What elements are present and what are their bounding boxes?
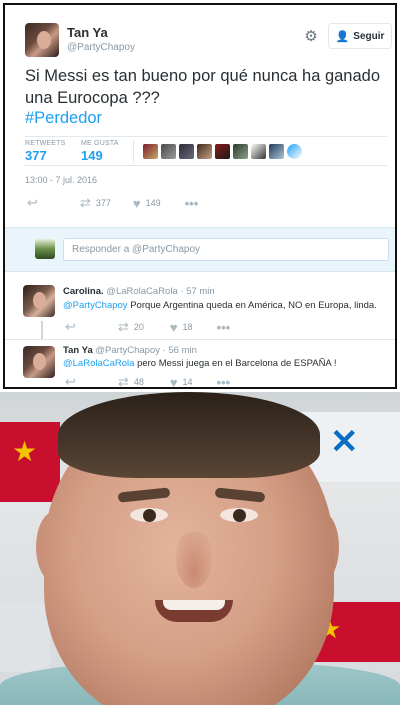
avatar[interactable] (23, 346, 55, 378)
gear-icon[interactable]: ⚙ (303, 29, 319, 45)
reply-author[interactable]: Tan Ya @PartyChapoy · 56 min (63, 345, 197, 356)
retweets-stat[interactable]: RETWEETS 377 (25, 140, 66, 163)
avatar (35, 239, 55, 259)
reply-placeholder-prefix: Responder a (72, 244, 133, 255)
reply-author-meta: @PartyChapoy · 56 min (95, 345, 197, 356)
liker-avatar[interactable] (233, 144, 248, 159)
sponsor-logo-icon: ✕ (330, 423, 359, 461)
follow-button[interactable]: 👤 Seguir (328, 23, 392, 49)
tweet-author-handle[interactable]: @PartyChapoy (67, 42, 135, 53)
reply-author-name: Carolina. (63, 286, 104, 297)
reply-body: Porque Argentina queda en América, NO en… (127, 300, 377, 311)
heart-icon[interactable]: ♥ (133, 196, 141, 211)
left-eye (130, 508, 168, 522)
tweet-actions: ↩ ⇄ 377 ♥ 149 ••• (27, 195, 198, 211)
retweet-icon[interactable]: ⇄ (118, 374, 129, 387)
right-eye (220, 508, 258, 522)
reply-author[interactable]: Carolina. @LaRolaCaRola · 57 min (63, 286, 215, 297)
retweet-action-count: 377 (95, 198, 111, 208)
liker-avatar[interactable] (251, 144, 266, 159)
liker-avatar[interactable] (269, 144, 284, 159)
thread-line (41, 321, 43, 339)
reply-placeholder-mention: @PartyChapoy (132, 244, 201, 255)
tweet-author-name[interactable]: Tan Ya (67, 25, 108, 40)
liker-avatar[interactable] (197, 144, 212, 159)
reply-text: @PartyChapoy Porque Argentina queda en A… (63, 299, 388, 312)
tweet-text: Si Messi es tan bueno por qué nunca ha g… (25, 67, 381, 107)
liker-avatar[interactable] (215, 144, 230, 159)
retweet-action-count: 20 (133, 322, 144, 332)
hashtag-link[interactable]: #Perdedor (25, 109, 102, 128)
more-dots-icon[interactable]: ••• (217, 320, 231, 335)
reply-body: pero Messi juega en el Barcelona de ESPA… (134, 358, 337, 369)
add-user-icon: 👤 (335, 30, 350, 43)
reply-item: Tan Ya @PartyChapoy · 56 min @LaRolaCaRo… (5, 340, 395, 388)
more-dots-icon[interactable]: ••• (217, 375, 231, 388)
reply-author-name: Tan Ya (63, 345, 93, 356)
hair (58, 392, 320, 478)
avatar[interactable] (23, 285, 55, 317)
main-tweet: Tan Ya @PartyChapoy ⚙ 👤 Seguir Si Messi … (5, 5, 395, 227)
reply-composer: Responder a @PartyChapoy (5, 227, 395, 272)
likes-label: ME GUSTA (81, 140, 119, 147)
follow-button-label: Seguir (353, 30, 385, 42)
tweet-screenshot-frame: Tan Ya @PartyChapoy ⚙ 👤 Seguir Si Messi … (3, 3, 397, 389)
reply-actions: ↩ ⇄ 48 ♥ 14 ••• (65, 374, 231, 388)
liker-avatar[interactable] (143, 144, 158, 159)
like-action-count: 149 (145, 198, 161, 208)
nose (176, 532, 212, 588)
reply-arrow-icon[interactable]: ↩ (27, 195, 38, 211)
reply-arrow-icon[interactable]: ↩ (65, 374, 76, 387)
reply-input[interactable]: Responder a @PartyChapoy (63, 238, 389, 261)
liker-avatar[interactable] (161, 144, 176, 159)
likers-avatars (143, 144, 302, 159)
retweet-icon[interactable]: ⇄ (80, 195, 91, 211)
liker-avatar[interactable] (179, 144, 194, 159)
mention-link[interactable]: @PartyChapoy (63, 300, 128, 311)
likes-count: 149 (81, 148, 103, 163)
tweet-stats: RETWEETS 377 ME GUSTA 149 (25, 136, 387, 166)
mouth (155, 600, 233, 622)
heart-icon[interactable]: ♥ (170, 320, 178, 335)
retweet-icon[interactable]: ⇄ (118, 319, 129, 335)
like-action-count: 18 (182, 322, 193, 332)
sponsor-panel (0, 602, 50, 672)
heart-icon[interactable]: ♥ (170, 375, 178, 388)
retweet-action-count: 48 (133, 377, 144, 387)
like-action-count: 14 (182, 377, 193, 387)
star-icon: ★ (12, 436, 38, 467)
reply-text: @LaRolaCaRola pero Messi juega en el Bar… (63, 357, 388, 370)
reply-author-meta: @LaRolaCaRola · 57 min (106, 286, 215, 297)
avatar[interactable] (25, 23, 59, 57)
press-conference-photo: ★ ✕ ★ (0, 392, 400, 705)
reply-actions: ↩ ⇄ 20 ♥ 18 ••• (65, 319, 230, 335)
reply-arrow-icon[interactable]: ↩ (65, 319, 76, 335)
retweets-label: RETWEETS (25, 140, 66, 147)
liker-avatar[interactable] (287, 144, 302, 159)
retweets-count: 377 (25, 148, 47, 163)
tweet-timestamp[interactable]: 13:00 - 7 jul. 2016 (25, 175, 97, 185)
more-dots-icon[interactable]: ••• (185, 196, 199, 211)
mention-link[interactable]: @LaRolaCaRola (63, 358, 134, 369)
likes-stat[interactable]: ME GUSTA 149 (81, 140, 119, 163)
reply-item: Carolina. @LaRolaCaRola · 57 min @PartyC… (5, 273, 395, 339)
stats-divider (133, 140, 134, 162)
